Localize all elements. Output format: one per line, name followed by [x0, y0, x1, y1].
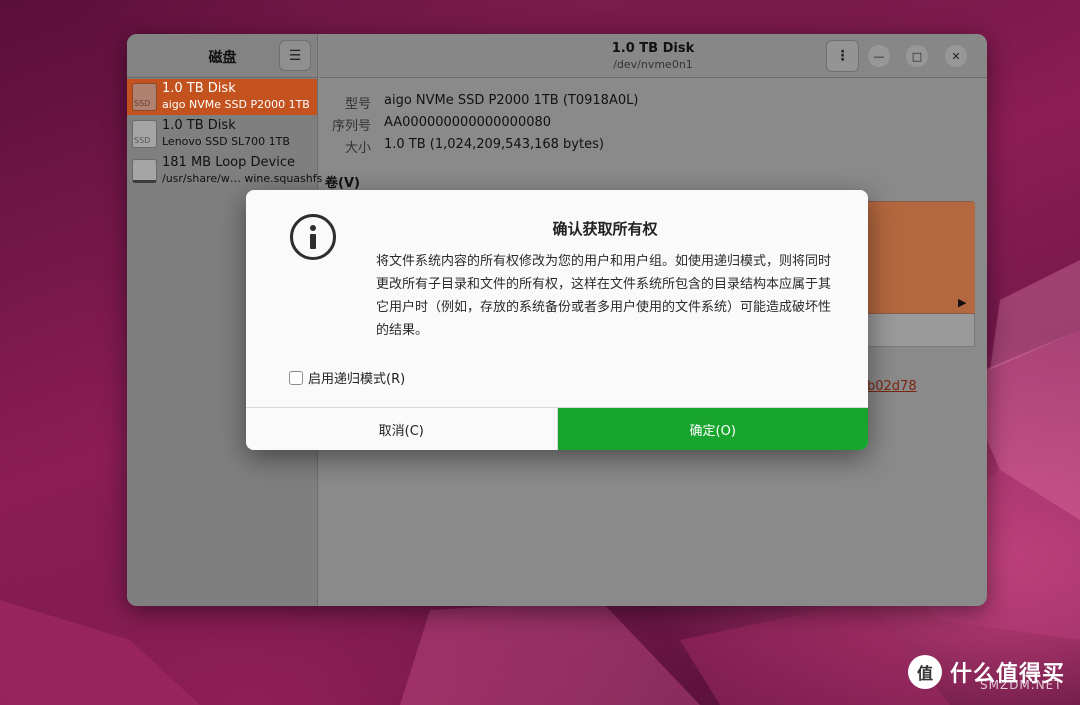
recursive-checkbox-label: 启用递归模式(R) [308, 372, 406, 387]
disk-name: 1.0 TB Disk [162, 81, 236, 96]
dialog-button-row: 取消(C) 确定(O) [246, 407, 868, 450]
disk-name: 181 MB Loop Device [162, 155, 295, 170]
serial-value: AA000000000000000080 [384, 115, 552, 130]
kebab-menu-icon: ⋮ [835, 48, 850, 64]
loop-device-icon [132, 159, 157, 183]
watermark-logo-icon: 值 [908, 655, 942, 689]
volumes-label: 卷(V) [325, 176, 360, 191]
ssd-drive-icon: SSD [132, 83, 157, 111]
model-value: aigo NVMe SSD P2000 1TB (T0918A0L) [384, 93, 639, 108]
dialog-message: 将文件系统内容的所有权修改为您的用户和用户组。如使用递归模式，则将同时更改所有子… [376, 254, 832, 338]
serial-label: 序列号 [331, 119, 371, 134]
watermark-sub: SMZDM.NET [980, 678, 1063, 692]
minimize-button[interactable]: — [868, 45, 890, 67]
app-menu-button[interactable]: ☰ [279, 40, 311, 71]
maximize-button[interactable]: □ [906, 45, 928, 67]
disk-item-lenovo[interactable]: SSD 1.0 TB Disk Lenovo SSD SL700 1TB [127, 116, 317, 152]
disk-name: 1.0 TB Disk [162, 118, 236, 133]
disk-item-nvme[interactable]: SSD 1.0 TB Disk aigo NVMe SSD P2000 1TB [127, 79, 317, 115]
hamburger-icon: ☰ [288, 47, 302, 64]
ssd-drive-icon: SSD [132, 120, 157, 148]
model-label: 型号 [344, 97, 371, 112]
disk-model: aigo NVMe SSD P2000 1TB [162, 98, 310, 111]
disk-model: Lenovo SSD SL700 1TB [162, 135, 290, 148]
dialog-title: 确认获取所有权 [552, 220, 658, 238]
cancel-button[interactable]: 取消(C) [246, 408, 558, 450]
size-value: 1.0 TB (1,024,209,543,168 bytes) [384, 137, 604, 152]
disk-model: /usr/share/w… wine.squashfs [162, 172, 323, 185]
drive-options-button[interactable]: ⋮ [826, 40, 859, 72]
size-label: 大小 [344, 141, 371, 156]
recursive-checkbox[interactable] [289, 370, 303, 385]
recursive-checkbox-row[interactable]: 启用递归模式(R) [289, 368, 405, 387]
ok-button[interactable]: 确定(O) [557, 408, 868, 450]
header-bar: 1.0 TB Disk /dev/nvme0n1 ⋮ — □ ✕ [319, 34, 987, 78]
play-arrow-icon: ▶ [958, 296, 967, 309]
uuid-link[interactable]: b02d78 [867, 379, 917, 394]
close-button[interactable]: ✕ [945, 45, 967, 67]
sidebar-header: 磁盘 ☰ [127, 34, 317, 78]
disk-item-loop[interactable]: 181 MB Loop Device /usr/share/w… wine.sq… [127, 153, 322, 189]
info-icon [290, 214, 336, 260]
take-ownership-dialog: 确认获取所有权 将文件系统内容的所有权修改为您的用户和用户组。如使用递归模式，则… [246, 190, 868, 450]
maximize-icon: □ [911, 49, 923, 63]
minimize-icon: — [873, 49, 885, 63]
close-icon: ✕ [951, 49, 961, 63]
